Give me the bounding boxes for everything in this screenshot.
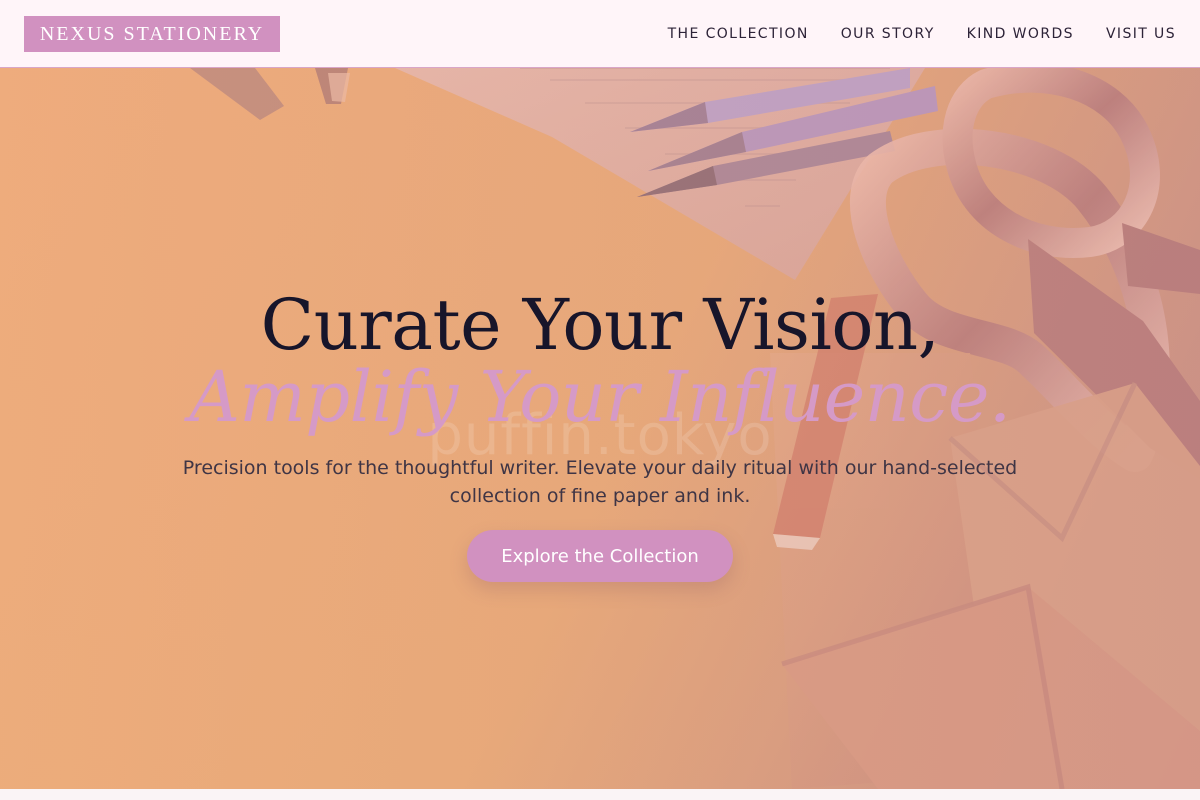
brand-logo[interactable]: NEXUS STATIONERY: [24, 16, 280, 52]
main-navigation: THE COLLECTION OUR STORY KIND WORDS VISI…: [668, 0, 1176, 68]
bottom-page-strip: [0, 789, 1200, 800]
nav-link-visit[interactable]: VISIT US: [1106, 26, 1176, 42]
hero-heading-line-two: Amplify Your Influence.: [189, 356, 1011, 438]
nav-link-story[interactable]: OUR STORY: [841, 26, 935, 42]
explore-collection-button[interactable]: Explore the Collection: [467, 530, 733, 582]
nav-link-kind-words[interactable]: KIND WORDS: [967, 26, 1074, 42]
hero-heading-line-one: Curate Your Vision,: [260, 284, 940, 366]
hero-subtitle: Precision tools for the thoughtful write…: [182, 457, 1018, 507]
hero-section: Curate Your Vision, Amplify Your Influen…: [0, 68, 1200, 789]
hero-content: Curate Your Vision, Amplify Your Influen…: [0, 284, 1200, 438]
nav-link-collection[interactable]: THE COLLECTION: [668, 26, 809, 42]
site-header: NEXUS STATIONERY THE COLLECTION OUR STOR…: [0, 0, 1200, 68]
